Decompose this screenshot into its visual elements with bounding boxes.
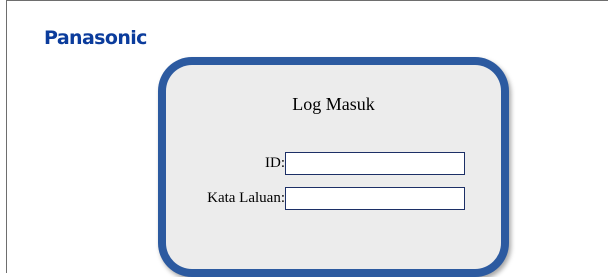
password-input[interactable]	[285, 187, 465, 210]
login-title: Log Masuk	[292, 94, 375, 114]
login-panel: Log Masuk ID: Kata Laluan:	[158, 57, 509, 277]
password-label: Kata Laluan:	[207, 190, 285, 206]
page-frame: Panasonic Log Masuk ID: Kata Laluan:	[6, 0, 608, 277]
login-panel-body: Log Masuk ID: Kata Laluan:	[166, 65, 501, 269]
password-row: Kata Laluan:	[166, 187, 501, 211]
id-row: ID:	[166, 152, 501, 176]
id-label: ID:	[265, 155, 285, 171]
panasonic-logo: Panasonic	[44, 27, 147, 49]
id-input[interactable]	[285, 152, 465, 175]
